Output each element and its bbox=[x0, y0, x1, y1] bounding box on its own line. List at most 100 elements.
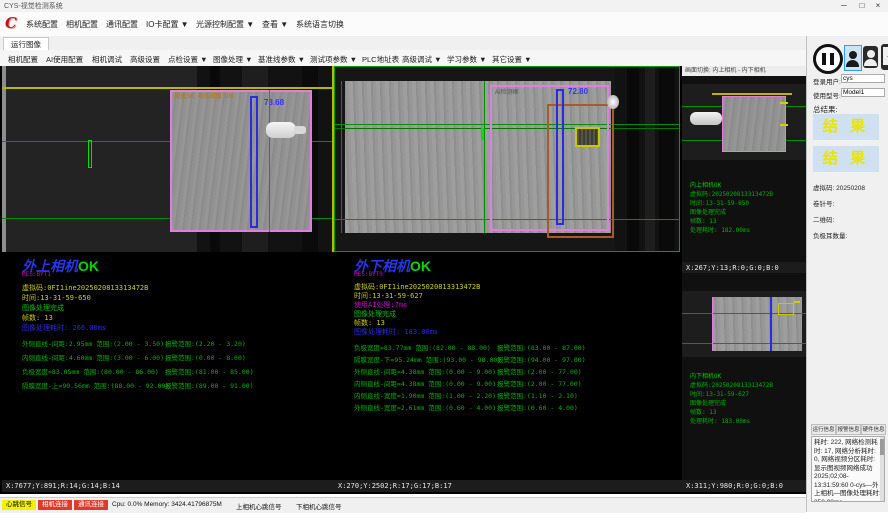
measurement-text: 隔膜宽度-下=95.24mm 范围:(93.00 - 98.00) bbox=[354, 354, 501, 364]
menu-camera-config[interactable]: 相机配置 bbox=[66, 19, 98, 30]
measurement-text: 负极宽度=83.77mm 范围:(82.00 - 88.00) bbox=[354, 342, 491, 352]
main-area: 阈值:93, 动态阈值:100 73.68 外上相机OK MES:BYT1 虚拟… bbox=[0, 66, 806, 494]
login-user-field[interactable] bbox=[841, 74, 885, 83]
alarm-range-text: 报警范围:(0.60 - 4.00) bbox=[497, 402, 578, 412]
mid-scene-bar2 bbox=[645, 67, 655, 252]
thumb1-text-line: 图像处理完成 bbox=[690, 209, 726, 217]
thumb2-yellow-mark bbox=[794, 301, 800, 303]
alarm-range-text: 报警范围:(2.00 - 77.00) bbox=[497, 366, 582, 376]
measurement-text: 外侧直线-间距:2.95mm 范围:(2.00 - 3.50) bbox=[22, 338, 164, 348]
thumb2-green-line2 bbox=[682, 343, 806, 344]
result-box-2: 结 果 bbox=[813, 146, 879, 172]
thumb1-text-line: 帧数: 13 bbox=[690, 218, 716, 226]
virtual-code-label: 虚拟码: 20250208 bbox=[813, 182, 865, 192]
pause-button[interactable] bbox=[813, 44, 843, 74]
model-label: 使用型号: bbox=[813, 90, 841, 100]
tab-hw-info[interactable]: 硬件信息 bbox=[861, 424, 886, 435]
tool-image-process[interactable]: 图像处理 ▼ bbox=[213, 54, 253, 65]
alarm-range-text: 报警范围:(83.00 - 87.00) bbox=[497, 342, 586, 352]
left-camera-ok: OK bbox=[78, 258, 99, 274]
menu-view[interactable]: 查看 ▼ bbox=[262, 19, 288, 30]
log-scrollbar-thumb[interactable] bbox=[880, 439, 884, 455]
close-icon[interactable]: × bbox=[870, 0, 886, 12]
mid-measure-value: 72.80 bbox=[568, 87, 588, 96]
tool-adv-debug[interactable]: 高级调试 ▼ bbox=[402, 54, 442, 65]
tab-run-image[interactable]: 运行图像 bbox=[3, 37, 49, 50]
thumb1-text-line: 处理耗时: 182.00ms bbox=[690, 227, 750, 235]
top-cam-heartbeat-text: 上相机心跳信号 bbox=[236, 501, 282, 511]
tab-run-info[interactable]: 运行信息 bbox=[811, 424, 836, 435]
left-cursor-coords: X:7677;Y:891;R:14;G:14;B:14 bbox=[2, 480, 336, 492]
tool-check-set[interactable]: 点检设置 ▼ bbox=[168, 54, 208, 65]
measurement-row: 外侧直线-宽度=2.61mm 范围:(0.60 - 4.00) 报警范围:(0.… bbox=[354, 402, 674, 412]
measurement-row: 外侧直线-间距=4.38mm 范围:(0.00 - 9.00) 报警范围:(2.… bbox=[354, 366, 674, 376]
log-box: 耗时: 222, 网络检测耗时: 17, 网络分析耗时: 0, 网络视频分区耗时… bbox=[811, 436, 885, 502]
measurement-text: 内侧直线-间距:4.60mm 范围:(3.00 - 6.00) bbox=[22, 352, 164, 362]
measurement-text: 外侧直线-宽度=2.61mm 范围:(0.60 - 4.00) bbox=[354, 402, 496, 412]
tool-advanced-set[interactable]: 高级设置 bbox=[130, 54, 160, 65]
left-overlay-yellow-line bbox=[2, 87, 332, 89]
measurement-text: 负极宽度=83.05mm 范围:(80.00 - 86.00) bbox=[22, 366, 159, 376]
left-info-line: 帧数: 13 bbox=[22, 313, 53, 323]
measurement-row: 外侧直线-间距:2.95mm 范围:(2.00 - 3.50) 报警范围:(2.… bbox=[22, 338, 322, 348]
log-scrollbar[interactable] bbox=[880, 437, 884, 501]
model-field[interactable] bbox=[841, 88, 885, 97]
menu-light-config[interactable]: 光源控制配置 ▼ bbox=[196, 19, 254, 30]
menu-system-config[interactable]: 系统配置 bbox=[26, 19, 58, 30]
menu-comm-config[interactable]: 通讯配置 bbox=[106, 19, 138, 30]
toolbar: 相机配置 AI使用配置 相机调试 高级设置 点检设置 ▼ 图像处理 ▼ 基准线参… bbox=[0, 50, 806, 67]
menu-bar: C 系统配置 相机配置 通讯配置 IO卡配置 ▼ 光源控制配置 ▼ 查看 ▼ 系… bbox=[0, 12, 888, 37]
thumb2-text-line: 图像处理完成 bbox=[690, 400, 726, 408]
alarm-range-text: 报警范围:(2.20 - 3.20) bbox=[165, 338, 246, 348]
anode-tab-count-label: 负极耳数量: bbox=[813, 230, 847, 240]
operator-button[interactable] bbox=[863, 46, 878, 68]
bottom-thumb-viewport[interactable]: 内下相机OK 虚拟码:2025020813313472B 时间:13-31-59… bbox=[682, 273, 806, 480]
left-overlay-pink-rect bbox=[170, 90, 312, 232]
tool-test-param[interactable]: 测试项参数 ▼ bbox=[310, 54, 357, 65]
measurement-row: 负极宽度=83.77mm 范围:(82.00 - 88.00) 报警范围:(83… bbox=[354, 342, 674, 352]
left-threshold-label: 阈值:93, 动态阈值:100 bbox=[174, 91, 233, 100]
thumb2-yellow-rect bbox=[778, 303, 794, 315]
tool-camera-config[interactable]: 相机配置 bbox=[8, 54, 38, 65]
left-overlay-green-vline bbox=[269, 90, 270, 232]
user-button-selected[interactable] bbox=[844, 45, 862, 71]
tool-learn-param[interactable]: 学习参数 ▼ bbox=[447, 54, 487, 65]
measurement-row: 内侧直线-间距=4.38mm 范围:(0.00 - 9.00) 报警范围:(2.… bbox=[354, 378, 674, 388]
thumb1-text-line: 时间:13-31-59-650 bbox=[690, 200, 749, 208]
minimize-icon[interactable]: ─ bbox=[836, 0, 852, 12]
left-info-line: 虚拟码:0FI1ine2025020813313472B bbox=[22, 283, 148, 293]
middle-camera-viewport[interactable]: AI检测框 72.80 bbox=[334, 66, 680, 252]
thumb2-text-line: 内下相机OK bbox=[690, 373, 721, 381]
tool-baseline-param[interactable]: 基准线参数 ▼ bbox=[258, 54, 305, 65]
tool-plc-table[interactable]: PLC地址表 bbox=[362, 54, 399, 65]
control-sidebar: 登录用户: 使用型号: 总结果: 结 果 结 果 虚拟码: 20250208 卷… bbox=[806, 36, 888, 512]
maximize-icon[interactable]: □ bbox=[854, 0, 870, 12]
thumb2-text-line: 帧数: 13 bbox=[690, 409, 716, 417]
tool-ai-config[interactable]: AI使用配置 bbox=[46, 54, 83, 65]
measurement-text: 隔膜宽度-上=90.56mm 范围:(88.00 - 92.00) bbox=[22, 380, 169, 390]
measurement-row: 负极宽度=83.05mm 范围:(80.00 - 86.00) 报警范围:(81… bbox=[22, 366, 322, 376]
exit-button[interactable] bbox=[881, 44, 888, 70]
tab-alarm-info[interactable]: 报警信息 bbox=[836, 424, 861, 435]
thumb1-text-line: 虚拟码:2025020813313472B bbox=[690, 191, 773, 199]
menu-language-switch[interactable]: 系统语言切换 bbox=[296, 19, 344, 30]
left-measure-value: 73.68 bbox=[264, 98, 284, 107]
measurement-text: 内侧直线-间距=4.38mm 范围:(0.00 - 9.00) bbox=[354, 378, 496, 388]
tool-other-set[interactable]: 其它设置 ▼ bbox=[492, 54, 532, 65]
left-overlay-green-rect bbox=[88, 140, 92, 168]
menu-io-config[interactable]: IO卡配置 ▼ bbox=[146, 19, 189, 30]
title-bar: CYS-视觉检测系统 ─ □ × bbox=[0, 0, 888, 12]
left-camera-viewport[interactable]: 阈值:93, 动态阈值:100 73.68 bbox=[2, 66, 334, 252]
bottom-thumb-coords: X:311;Y:980;R:0;G:0;B:0 bbox=[682, 480, 810, 492]
thumb1-yellow-line bbox=[712, 93, 792, 95]
thumb1-yellow-mark1 bbox=[780, 102, 788, 104]
tool-camera-debug[interactable]: 相机调试 bbox=[92, 54, 122, 65]
thumb2-pink-line bbox=[712, 297, 713, 351]
camera-link-indicator: 相机连接 bbox=[38, 500, 72, 510]
mid-overlay-yellow-rect bbox=[575, 127, 600, 147]
mid-info-line: 图像处理耗时: 183.00ms bbox=[354, 327, 438, 337]
top-thumb-viewport[interactable]: 内上相机OK 虚拟码:2025020813313472B 时间:13-31-59… bbox=[682, 76, 806, 262]
top-thumb-coords: X:267;Y:13;R:0;G:0;B:0 bbox=[682, 262, 810, 273]
thumb1-yellow-mark2 bbox=[780, 124, 788, 126]
thumb-header: 画面切换: 内上相机 - 内下相机 bbox=[682, 66, 806, 76]
